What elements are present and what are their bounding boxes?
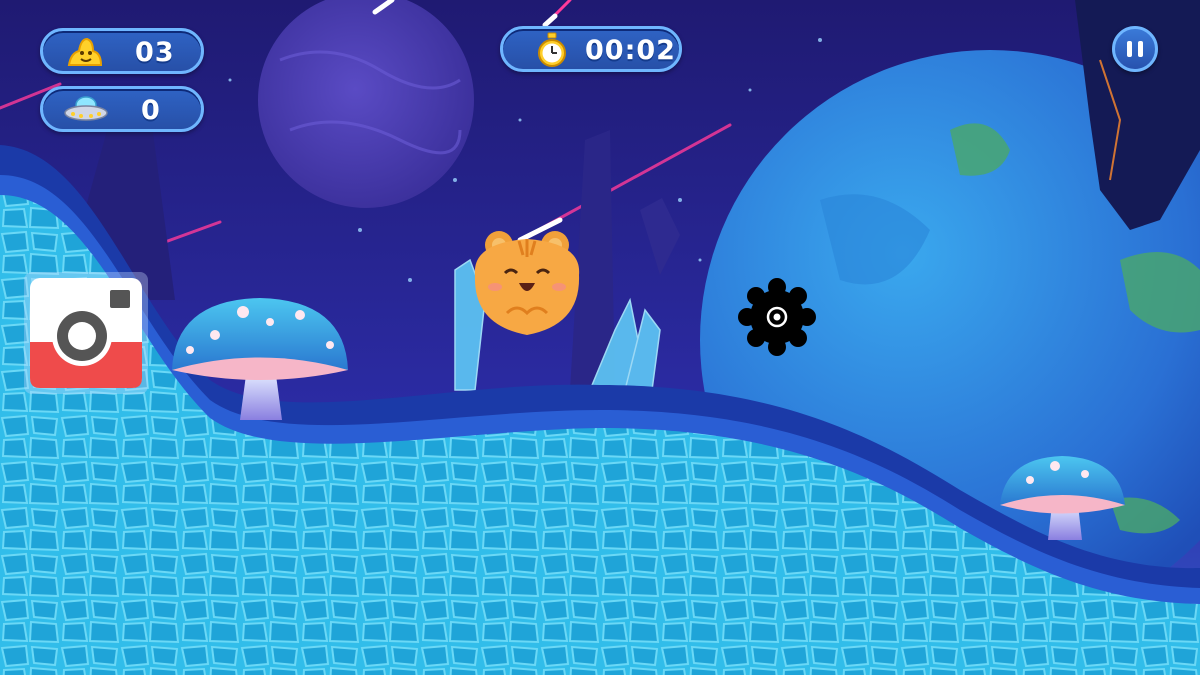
spike-mine	[738, 278, 816, 356]
camera-icon	[30, 278, 142, 388]
coins-counter: 03	[40, 28, 204, 74]
timer-value: 00:02	[585, 35, 676, 66]
game-scene[interactable]: 03 0 00:02	[0, 0, 1200, 675]
ufo-icon	[64, 96, 108, 121]
ufo-count: 0	[141, 95, 161, 126]
ufo-counter: 0	[40, 86, 204, 132]
stopwatch-icon	[538, 32, 566, 67]
coin-pile-icon	[67, 37, 103, 66]
camera-button[interactable]	[24, 272, 148, 394]
coins-count: 03	[135, 37, 175, 68]
pause-button[interactable]	[1112, 26, 1158, 72]
timer-display: 00:02	[500, 26, 682, 72]
